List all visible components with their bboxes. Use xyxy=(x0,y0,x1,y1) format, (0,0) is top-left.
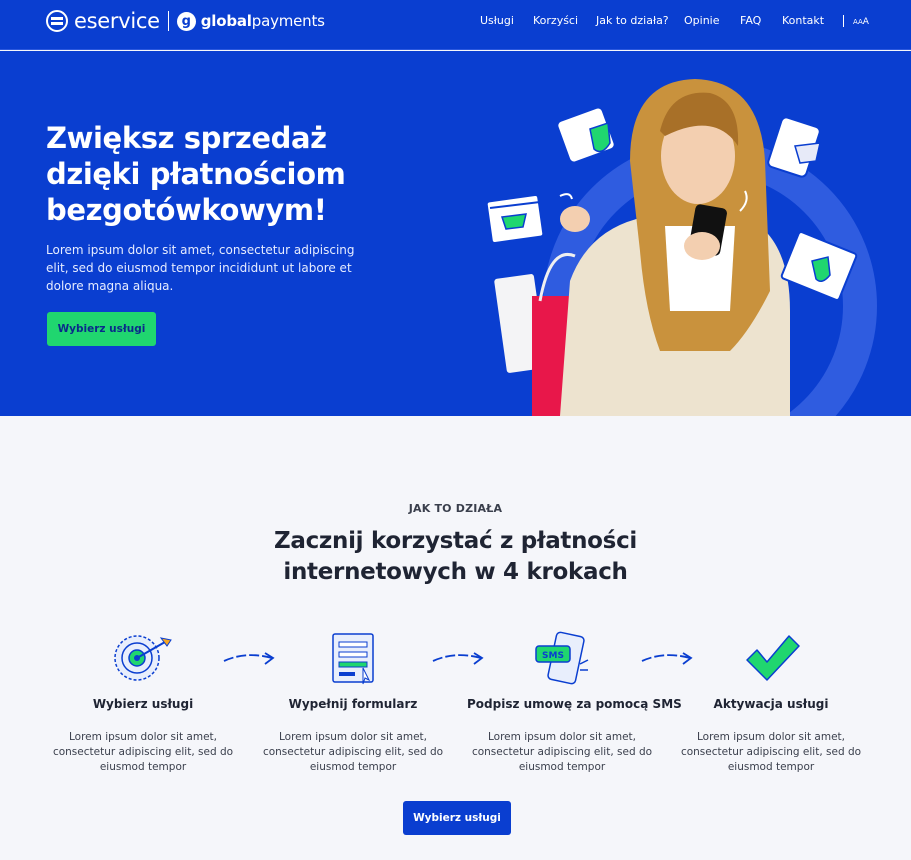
sms-label: SMS xyxy=(542,651,564,661)
section-title: Zacznij korzystać z płatności internetow… xyxy=(273,528,637,585)
brand-logo[interactable]: eservice g globalpayments xyxy=(46,9,325,33)
nav-link-korzysci[interactable]: Korzyści xyxy=(533,14,578,30)
step-title: Wybierz usługi xyxy=(92,697,194,711)
top-navigation-bar: eservice g globalpayments Usługi Korzyśc… xyxy=(0,0,911,50)
hero-section: Zwiększ sprzedaż dzięki płatnościom bezg… xyxy=(0,51,911,416)
target-icon xyxy=(114,635,172,681)
partner-name-suffix: payments xyxy=(251,12,325,30)
step-fill-form: Wypełnij formularz Lorem ipsum dolor sit… xyxy=(258,630,448,773)
step-description: Lorem ipsum dolor sit amet, consectetur … xyxy=(471,731,653,773)
font-size-toggle[interactable]: AAA xyxy=(853,17,869,27)
phone-cart-icon xyxy=(767,116,821,178)
step-description: Lorem ipsum dolor sit amet, consectetur … xyxy=(52,731,234,773)
partner-name: globalpayments xyxy=(201,12,325,30)
section-eyebrow: JAK TO DZIAŁA xyxy=(408,502,503,515)
nav-link-jak-to-dziala[interactable]: Jak to działa? xyxy=(596,14,669,30)
step-activation: Aktywacja usługi Lorem ipsum dolor sit a… xyxy=(676,630,866,773)
step-sign-sms: SMS Podpisz umowę za pomocą SMS Lorem ip… xyxy=(467,630,682,773)
nav-link-uslugi[interactable]: Usługi xyxy=(480,14,514,30)
brand-name: eservice xyxy=(74,9,160,33)
hero-description: Lorem ipsum dolor sit amet, consectetur … xyxy=(46,243,355,293)
step-description: Lorem ipsum dolor sit amet, consectetur … xyxy=(262,731,444,773)
sms-phone-icon: SMS xyxy=(535,631,589,685)
form-icon xyxy=(332,633,374,685)
hero-title: Zwiększ sprzedaż dzięki płatnościom bezg… xyxy=(46,121,346,227)
nav-link-opinie[interactable]: Opinie xyxy=(684,14,720,30)
logo-divider xyxy=(167,11,169,31)
nav-separator xyxy=(843,15,844,27)
step-select-services: Wybierz usługi Lorem ipsum dolor sit ame… xyxy=(48,630,238,773)
step-title: Wypełnij formularz xyxy=(288,697,418,711)
eservice-logo-icon xyxy=(46,10,68,32)
nav-link-faq[interactable]: FAQ xyxy=(740,14,761,30)
nav-link-kontakt[interactable]: Kontakt xyxy=(782,14,824,30)
globalpayments-logo-icon: g xyxy=(176,11,196,31)
font-size-large: A xyxy=(862,17,869,27)
select-services-button[interactable]: Wybierz usługi xyxy=(403,801,511,835)
step-title: Podpisz umowę za pomocą SMS xyxy=(467,697,682,711)
card-shield-icon xyxy=(558,108,614,162)
checkmark-icon xyxy=(746,635,800,681)
step-title: Aktywacja usługi xyxy=(713,697,829,711)
hero-select-services-button[interactable]: Wybierz usługi xyxy=(47,312,156,346)
hero-illustration xyxy=(485,79,877,416)
browser-cart-icon xyxy=(485,193,545,245)
partner-name-prefix: global xyxy=(200,12,252,30)
step-description: Lorem ipsum dolor sit amet, consectetur … xyxy=(680,731,862,773)
